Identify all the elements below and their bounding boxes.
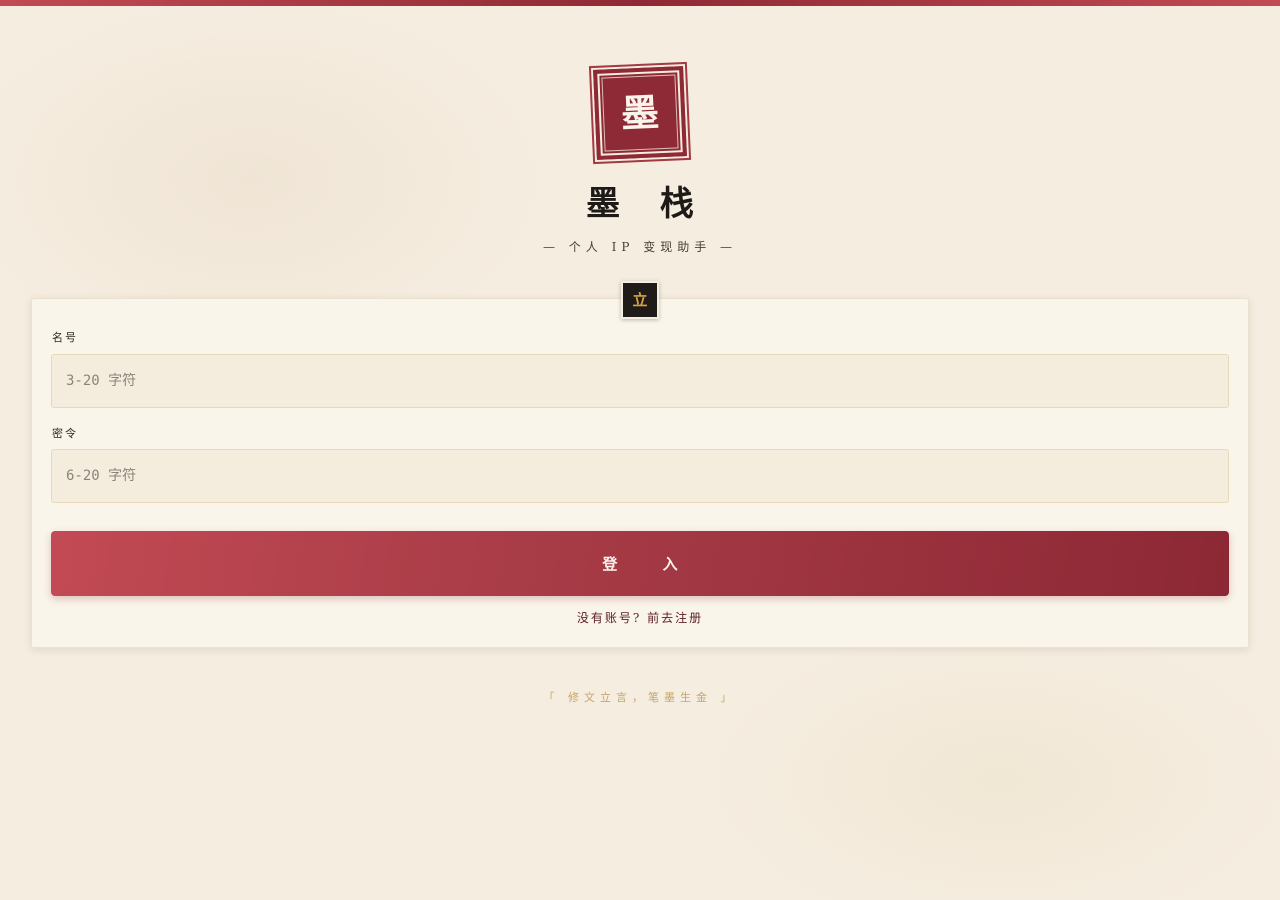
footer-motto: 「 修文立言，笔墨生金 」: [543, 691, 737, 704]
seal-stamp: 墨: [593, 66, 687, 160]
app-subtitle: — 个人 IP 变现助手 —: [542, 240, 738, 254]
register-link-row: 没有账号? 前去注册: [0, 609, 1280, 626]
top-accent-bar: [0, 0, 1280, 6]
card-badge: 立: [621, 281, 659, 319]
register-link[interactable]: 没有账号? 前去注册: [577, 611, 703, 625]
password-label: 密令: [52, 427, 78, 440]
login-button[interactable]: 登 入: [51, 531, 1229, 596]
username-label: 名号: [52, 331, 78, 344]
app-title: 墨 栈: [586, 184, 708, 224]
password-input[interactable]: [51, 449, 1229, 503]
seal-character: 墨: [619, 89, 660, 136]
username-input[interactable]: [51, 354, 1229, 408]
brand-seal-logo: 墨: [593, 66, 687, 160]
